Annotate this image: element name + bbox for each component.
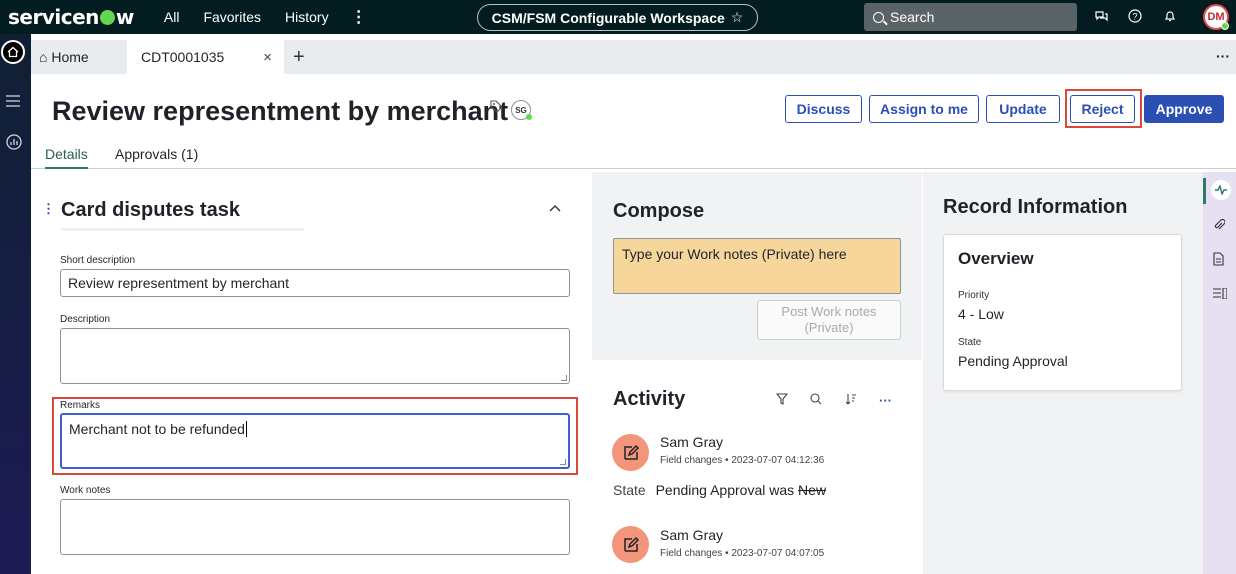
close-tab-icon[interactable]: × bbox=[263, 49, 272, 66]
priority-value: 4 - Low bbox=[958, 306, 1004, 322]
remarks-value: Merchant not to be refunded bbox=[69, 421, 245, 437]
online-status-icon bbox=[1221, 22, 1229, 30]
tag-icon[interactable] bbox=[490, 100, 503, 116]
nav-more-icon[interactable]: ⋮ bbox=[351, 7, 367, 27]
activity-user: Sam Gray bbox=[660, 527, 724, 543]
online-status-icon bbox=[526, 114, 532, 120]
compose-work-notes-input[interactable]: Type your Work notes (Private) here bbox=[613, 238, 901, 294]
remarks-field[interactable]: Merchant not to be refunded bbox=[60, 413, 570, 469]
attachment-icon[interactable] bbox=[1213, 218, 1226, 235]
left-rail bbox=[0, 34, 31, 574]
chat-icon[interactable] bbox=[1094, 9, 1108, 26]
post-button-line2: (Private) bbox=[804, 320, 854, 335]
change-field-label: State bbox=[613, 482, 646, 498]
drag-handle-icon[interactable]: ⋮ bbox=[42, 201, 55, 217]
approve-button[interactable]: Approve bbox=[1144, 95, 1224, 123]
avatar-initials: DM bbox=[1207, 11, 1225, 23]
right-rail bbox=[1203, 172, 1236, 574]
activity-more-icon[interactable]: ··· bbox=[879, 393, 892, 408]
search-icon bbox=[873, 11, 884, 23]
details-list-icon[interactable] bbox=[1213, 287, 1228, 302]
analytics-icon[interactable] bbox=[6, 134, 22, 153]
post-work-notes-button[interactable]: Post Work notes (Private) bbox=[757, 300, 901, 340]
state-change: State Pending Approval was New bbox=[613, 482, 826, 498]
tab-record-label: CDT0001035 bbox=[141, 49, 225, 65]
search-placeholder: Search bbox=[890, 9, 935, 25]
discuss-button[interactable]: Discuss bbox=[785, 95, 862, 123]
workspace-name: CSM/FSM Configurable Workspace bbox=[491, 9, 725, 26]
priority-label: Priority bbox=[958, 290, 990, 301]
workspace-tabs: ⌂ Home CDT0001035 × + ··· bbox=[31, 40, 1236, 74]
home-icon[interactable] bbox=[1, 40, 25, 64]
section-divider bbox=[61, 228, 304, 231]
short-description-field[interactable]: Review representment by merchant bbox=[60, 269, 570, 297]
activity-pulse-icon[interactable] bbox=[1211, 180, 1231, 200]
activity-meta: Field changes • 2023-07-07 04:07:05 bbox=[660, 548, 825, 559]
overview-title: Overview bbox=[958, 249, 1034, 268]
resize-handle-icon[interactable] bbox=[560, 459, 566, 465]
field-change-icon bbox=[612, 434, 649, 471]
tab-record[interactable]: CDT0001035 × bbox=[127, 40, 284, 74]
workspace-pill[interactable]: CSM/FSM Configurable Workspace ☆ bbox=[477, 4, 758, 31]
help-icon[interactable]: ? bbox=[1128, 9, 1142, 26]
resize-handle-icon[interactable] bbox=[561, 375, 567, 381]
sort-icon[interactable] bbox=[845, 393, 857, 408]
record-info-title: Record Information bbox=[943, 196, 1128, 218]
search-icon[interactable] bbox=[810, 393, 822, 408]
assign-to-me-button[interactable]: Assign to me bbox=[869, 95, 979, 123]
nav-favorites[interactable]: Favorites bbox=[203, 9, 261, 25]
short-description-label: Short description bbox=[60, 255, 136, 266]
compose-title: Compose bbox=[613, 200, 705, 222]
page-title: Review representment by merchant bbox=[52, 96, 509, 126]
text-cursor bbox=[245, 421, 247, 437]
star-icon[interactable]: ☆ bbox=[731, 9, 744, 26]
change-new-value: Pending Approval bbox=[655, 482, 766, 498]
state-value: Pending Approval bbox=[958, 353, 1068, 369]
update-button[interactable]: Update bbox=[986, 95, 1060, 123]
active-indicator bbox=[1203, 178, 1206, 204]
user-avatar[interactable]: DM bbox=[1203, 4, 1229, 30]
activity-title: Activity bbox=[613, 388, 686, 410]
reject-highlight bbox=[1065, 89, 1142, 128]
tab-home[interactable]: ⌂ Home bbox=[39, 40, 89, 74]
tabs-more-icon[interactable]: ··· bbox=[1216, 48, 1230, 64]
field-change-icon bbox=[612, 526, 649, 563]
add-tab-button[interactable]: + bbox=[293, 40, 305, 74]
state-label: State bbox=[958, 337, 982, 348]
document-icon[interactable] bbox=[1213, 252, 1224, 269]
record-subtabs: Details Approvals (1) bbox=[31, 140, 1236, 169]
section-title: Card disputes task bbox=[61, 199, 240, 221]
assignee-initials: SG bbox=[515, 105, 527, 115]
description-field[interactable] bbox=[60, 328, 570, 384]
svg-text:?: ? bbox=[1132, 12, 1137, 22]
activity-user: Sam Gray bbox=[660, 434, 724, 450]
nav-history[interactable]: History bbox=[285, 9, 329, 25]
logo-o-icon bbox=[99, 10, 115, 25]
activity-meta: Field changes • 2023-07-07 04:12:36 bbox=[660, 455, 825, 466]
servicenow-logo[interactable]: servicen w bbox=[8, 5, 134, 29]
notification-bell-icon[interactable] bbox=[1163, 9, 1177, 26]
work-notes-label: Work notes bbox=[60, 485, 111, 496]
assignee-avatar[interactable]: SG bbox=[511, 100, 532, 120]
filter-icon[interactable] bbox=[775, 393, 789, 408]
list-icon[interactable] bbox=[6, 94, 20, 110]
global-search[interactable]: Search bbox=[864, 3, 1077, 31]
tab-details[interactable]: Details bbox=[45, 146, 88, 169]
change-old-value: New bbox=[798, 482, 827, 498]
nav-all[interactable]: All bbox=[164, 9, 180, 25]
tab-approvals[interactable]: Approvals (1) bbox=[115, 146, 198, 162]
post-button-line1: Post Work notes bbox=[781, 304, 877, 319]
remarks-label: Remarks bbox=[60, 400, 101, 411]
description-label: Description bbox=[60, 314, 111, 325]
change-was: was bbox=[769, 482, 795, 498]
work-notes-field[interactable] bbox=[60, 499, 570, 555]
chevron-up-icon[interactable] bbox=[549, 199, 561, 215]
